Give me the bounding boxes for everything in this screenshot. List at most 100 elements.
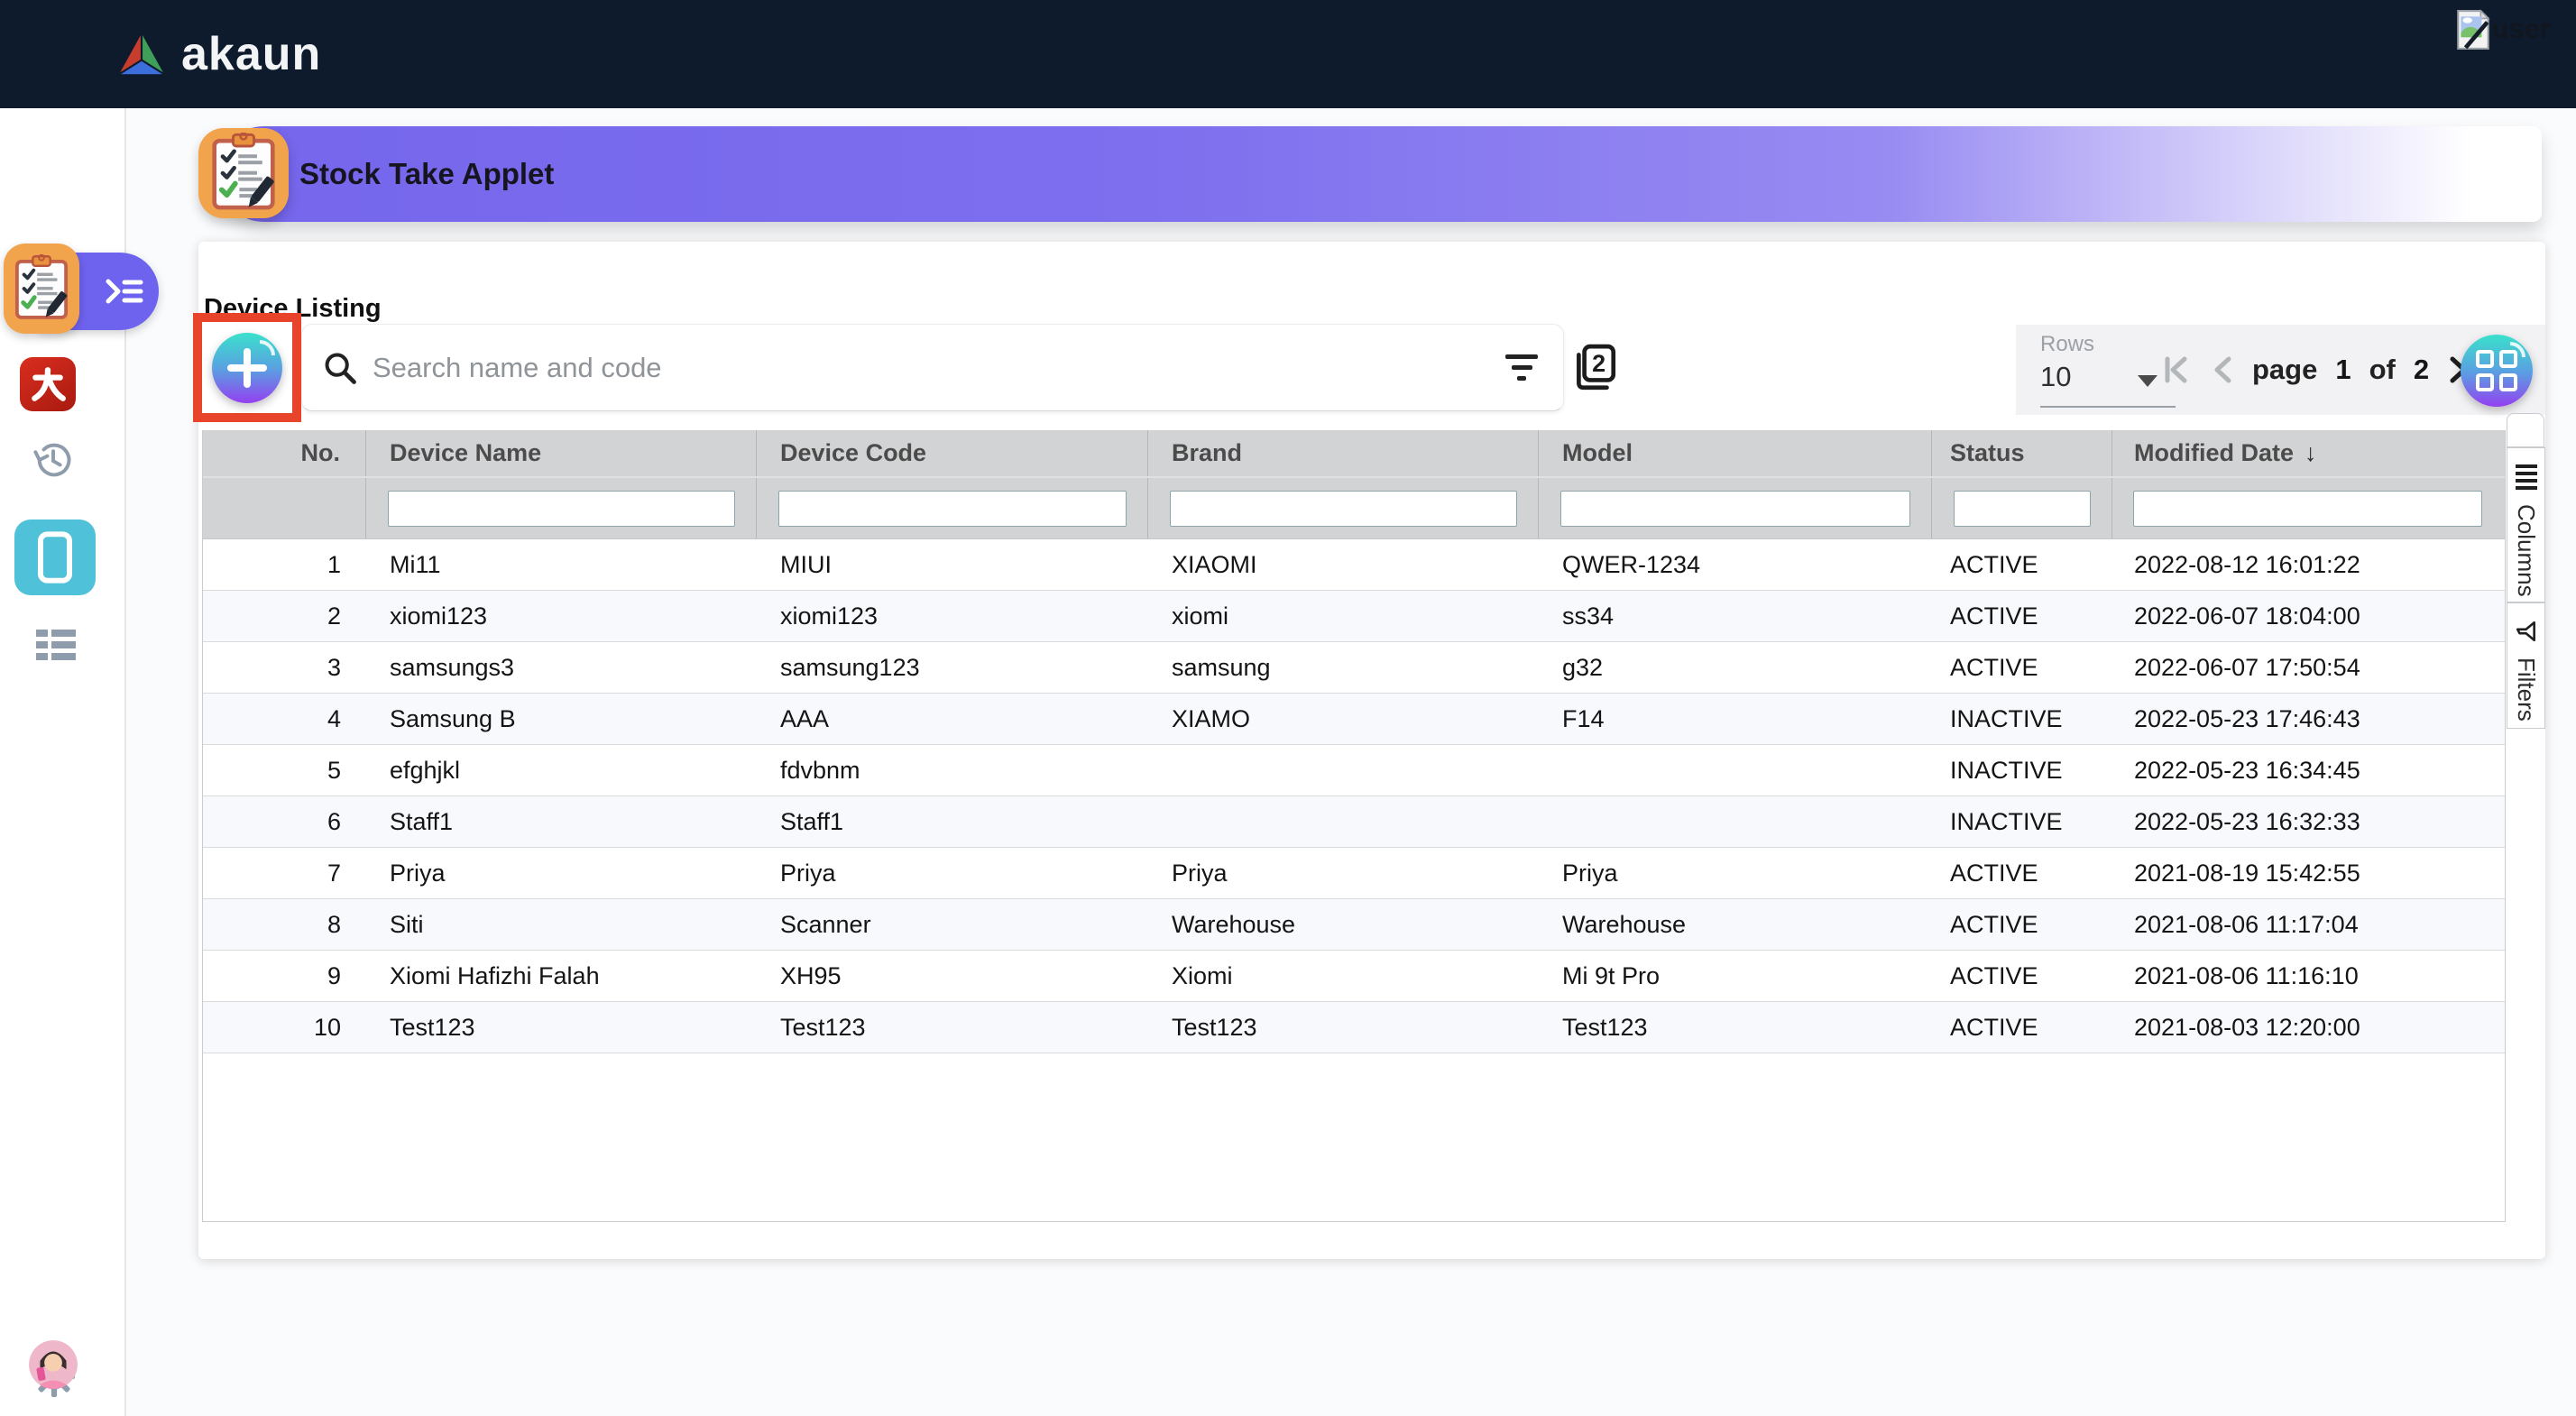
- cell-no: 5: [203, 745, 366, 795]
- cell-name: Samsung B: [366, 694, 757, 744]
- sidebar-item-listing[interactable]: [36, 630, 76, 660]
- cell-modified: 2021-08-19 15:42:55: [2112, 848, 2503, 898]
- sidebar-item-device[interactable]: [14, 520, 96, 595]
- cell-name: Priya: [366, 848, 757, 898]
- avatar-photo: [29, 1340, 78, 1389]
- cell-status: ACTIVE: [1932, 1002, 2112, 1053]
- cell-name: Test123: [366, 1002, 757, 1053]
- cell-model: g32: [1539, 642, 1932, 693]
- column-header-modified-date[interactable]: Modified Date ↓: [2112, 430, 2503, 476]
- cell-brand: Xiomi: [1148, 951, 1539, 1001]
- svg-text:2: 2: [1592, 350, 1605, 377]
- akaun-triangle-logo-icon: [115, 29, 169, 79]
- filter-input-device-name[interactable]: [388, 491, 735, 527]
- cell-brand: [1148, 796, 1539, 847]
- table-header-row: No. Device Name Device Code Brand Model …: [203, 430, 2505, 478]
- columns-panel-tab[interactable]: Columns: [2507, 447, 2545, 602]
- cell-model: [1539, 745, 1932, 795]
- cell-modified: 2021-08-06 11:16:10: [2112, 951, 2503, 1001]
- filter-input-device-code[interactable]: [778, 491, 1127, 527]
- column-header-status[interactable]: Status: [1932, 430, 2112, 476]
- filter-input-modified-date[interactable]: [2133, 491, 2482, 527]
- column-header-model[interactable]: Model: [1539, 430, 1932, 476]
- filters-panel-tab[interactable]: Filters: [2507, 602, 2545, 729]
- column-header-device-code[interactable]: Device Code: [757, 430, 1148, 476]
- sidebar-item-stock-take-applet[interactable]: [4, 244, 79, 334]
- table-body: 1Mi11MIUIXIAOMIQWER-1234ACTIVE2022-08-12…: [203, 539, 2505, 1053]
- cell-status: ACTIVE: [1932, 899, 2112, 950]
- table-row[interactable]: 8SitiScannerWarehouseWarehouseACTIVE2021…: [203, 899, 2505, 951]
- applet-banner-icon: [198, 128, 289, 218]
- filter-cell-no: [203, 478, 366, 538]
- cell-model: Test123: [1539, 1002, 1932, 1053]
- cell-no: 10: [203, 1002, 366, 1053]
- cell-brand: XIAOMI: [1148, 539, 1539, 590]
- cell-status: ACTIVE: [1932, 951, 2112, 1001]
- history-icon: [32, 438, 75, 482]
- filter-input-brand[interactable]: [1170, 491, 1517, 527]
- cell-modified: 2022-08-12 16:01:22: [2112, 539, 2503, 590]
- cell-modified: 2022-05-23 16:32:33: [2112, 796, 2503, 847]
- total-pages: 2: [2414, 354, 2429, 386]
- profile-avatar[interactable]: [29, 1340, 78, 1389]
- cell-model: Priya: [1539, 848, 1932, 898]
- table-row[interactable]: 2xiomi123xiomi123xiomiss34ACTIVE2022-06-…: [203, 591, 2505, 642]
- cell-brand: Priya: [1148, 848, 1539, 898]
- cell-code: XH95: [757, 951, 1148, 1001]
- cell-code: Scanner: [757, 899, 1148, 950]
- cell-code: Test123: [757, 1002, 1148, 1053]
- table-row[interactable]: 1Mi11MIUIXIAOMIQWER-1234ACTIVE2022-08-12…: [203, 539, 2505, 591]
- filter-input-model[interactable]: [1560, 491, 1910, 527]
- user-menu[interactable]: user: [2456, 9, 2551, 51]
- cell-code: fdvbnm: [757, 745, 1148, 795]
- table-row[interactable]: 3samsungs3samsung123samsungg32ACTIVE2022…: [203, 642, 2505, 694]
- column-header-device-name[interactable]: Device Name: [366, 430, 757, 476]
- table-row[interactable]: 4Samsung BAAAXIAMOF14INACTIVE2022-05-23 …: [203, 694, 2505, 745]
- rows-label: Rows: [2040, 332, 2094, 357]
- cell-no: 6: [203, 796, 366, 847]
- cell-modified: 2022-05-23 16:34:45: [2112, 745, 2503, 795]
- pages-count-icon[interactable]: 2: [1571, 344, 1618, 394]
- app-sidebar: [0, 108, 126, 1416]
- grid-view-button[interactable]: [2461, 335, 2533, 407]
- cell-model: ss34: [1539, 591, 1932, 641]
- filters-tab-label: Filters: [2512, 657, 2540, 722]
- cell-no: 2: [203, 591, 366, 641]
- filter-list-icon[interactable]: [1505, 354, 1538, 381]
- cell-name: samsungs3: [366, 642, 757, 693]
- cell-status: INACTIVE: [1932, 694, 2112, 744]
- sidebar-item-red-app[interactable]: [20, 357, 76, 411]
- table-row[interactable]: 9Xiomi Hafizhi FalahXH95XiomiMi 9t ProAC…: [203, 951, 2505, 1002]
- filter-input-status[interactable]: [1954, 491, 2091, 527]
- first-page-button[interactable]: [2160, 354, 2193, 386]
- cell-brand: XIAMO: [1148, 694, 1539, 744]
- applet-title: Stock Take Applet: [299, 126, 554, 222]
- sidebar-item-history[interactable]: [32, 438, 75, 486]
- column-header-no[interactable]: No.: [203, 430, 366, 476]
- select-underline: [2040, 406, 2176, 408]
- cell-no: 8: [203, 899, 366, 950]
- prev-page-button[interactable]: [2211, 354, 2234, 386]
- current-page: 1: [2335, 354, 2351, 386]
- sort-desc-icon: ↓: [2305, 439, 2317, 467]
- search-input[interactable]: [371, 351, 1505, 385]
- brand-name: akaun: [181, 27, 321, 81]
- cell-status: ACTIVE: [1932, 848, 2112, 898]
- cell-name: efghjkl: [366, 745, 757, 795]
- scrollbar-thumb[interactable]: [2507, 413, 2544, 447]
- columns-tab-label: Columns: [2512, 504, 2540, 597]
- cell-model: Warehouse: [1539, 899, 1932, 950]
- cell-brand: Test123: [1148, 1002, 1539, 1053]
- table-row[interactable]: 5efghjklfdvbnmINACTIVE2022-05-23 16:34:4…: [203, 745, 2505, 796]
- table-row[interactable]: 6Staff1Staff1INACTIVE2022-05-23 16:32:33: [203, 796, 2505, 848]
- add-device-button[interactable]: [212, 333, 282, 403]
- grid-icon: [2476, 350, 2517, 391]
- rows-per-page-select[interactable]: 10: [2040, 361, 2167, 400]
- table-row[interactable]: 7PriyaPriyaPriyaPriyaACTIVE2021-08-19 15…: [203, 848, 2505, 899]
- cell-modified: 2022-05-23 17:46:43: [2112, 694, 2503, 744]
- column-header-brand[interactable]: Brand: [1148, 430, 1539, 476]
- cell-modified: 2021-08-03 12:20:00: [2112, 1002, 2503, 1053]
- table-row[interactable]: 10Test123Test123Test123Test123ACTIVE2021…: [203, 1002, 2505, 1053]
- search-bar: [301, 324, 1564, 411]
- cell-no: 3: [203, 642, 366, 693]
